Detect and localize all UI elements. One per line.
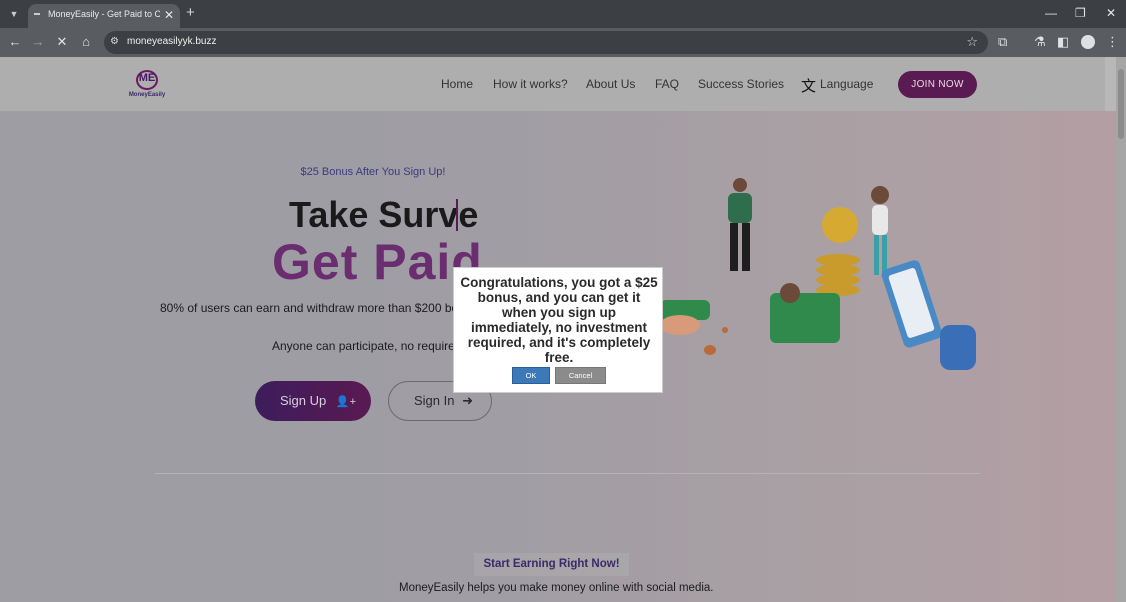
profile-avatar[interactable] xyxy=(1081,35,1095,49)
new-tab-icon[interactable]: + xyxy=(186,5,195,21)
header-scroll-area xyxy=(1105,57,1116,111)
logo-mark: ME xyxy=(138,72,156,84)
coin-stack-icon xyxy=(816,207,860,296)
man-figure xyxy=(728,178,752,271)
hand-with-cash-icon xyxy=(660,300,728,355)
nav-how-it-works[interactable]: How it works? xyxy=(493,77,568,91)
tab-loading-icon xyxy=(34,13,40,15)
tab-bar: ▼ MoneyEasily - Get Paid to Comp ✕ + — ❐… xyxy=(0,0,1126,28)
translate-icon: 文 xyxy=(801,78,817,95)
site-info-icon[interactable]: ⚙ xyxy=(110,35,119,49)
hero-description-1: 80% of users can earn and withdraw more … xyxy=(160,301,472,315)
side-panel-icon[interactable]: ◧ xyxy=(1057,33,1069,51)
forward-icon[interactable]: → xyxy=(30,34,46,50)
section-divider xyxy=(155,473,980,474)
hero-title-main: Get Paid xyxy=(272,234,483,290)
scrollbar-thumb[interactable] xyxy=(1118,69,1124,139)
alert-dialog: Congratulations, you got a $25 bonus, an… xyxy=(453,267,663,393)
ok-button[interactable]: OK xyxy=(512,367,550,384)
home-icon[interactable]: ⌂ xyxy=(78,34,94,50)
section-title: Start Earning Right Now! xyxy=(474,553,629,576)
phone-icon xyxy=(881,260,976,370)
typing-caret xyxy=(456,199,458,231)
nav-success-stories[interactable]: Success Stories xyxy=(698,77,784,91)
bonus-tagline: $25 Bonus After You Sign Up! xyxy=(300,166,446,178)
tab-close-icon[interactable]: ✕ xyxy=(164,8,174,22)
hero-illustration xyxy=(660,178,976,370)
sign-up-button[interactable]: Sign Up 👤+ xyxy=(255,381,371,421)
sign-in-label: Sign In xyxy=(414,393,455,408)
labs-icon[interactable]: ⚗ xyxy=(1034,33,1046,51)
tab-title: MoneyEasily - Get Paid to Comp xyxy=(48,9,160,19)
join-now-button[interactable]: JOIN NOW xyxy=(898,71,977,98)
woman-figure xyxy=(871,186,889,275)
cancel-button[interactable]: Cancel xyxy=(555,367,606,384)
sign-in-icon: ➜ xyxy=(462,393,474,408)
back-icon[interactable]: ← xyxy=(7,34,23,50)
address-bar[interactable]: ⚙ moneyeasilyyk.buzz ☆ xyxy=(104,31,988,54)
hero-title-typing: Take Surve xyxy=(289,194,479,235)
section-description: MoneyEasily helps you make money online … xyxy=(399,582,714,594)
tab-search-icon[interactable]: ▼ xyxy=(6,6,22,22)
browser-toolbar: ← → ✕ ⌂ ⚙ moneyeasilyyk.buzz ☆ ⧉ ⚗ ◧ ⋮ xyxy=(0,28,1126,57)
menu-dots-icon[interactable]: ⋮ xyxy=(1106,33,1119,51)
nav-home[interactable]: Home xyxy=(441,77,473,91)
vertical-scrollbar[interactable] xyxy=(1116,57,1126,602)
logo-text: MoneyEasily xyxy=(128,92,166,98)
hero-description-2: Anyone can participate, no requirem xyxy=(272,339,465,353)
nav-language[interactable]: Language xyxy=(820,77,873,91)
window-close-icon[interactable]: ✕ xyxy=(1106,6,1116,20)
nav-faq[interactable]: FAQ xyxy=(655,77,679,91)
dialog-message: Congratulations, you got a $25 bonus, an… xyxy=(460,275,658,365)
add-user-icon: 👤+ xyxy=(335,396,356,408)
minimize-icon[interactable]: — xyxy=(1045,6,1057,20)
sign-up-label: Sign Up xyxy=(280,393,327,408)
nav-about-us[interactable]: About Us xyxy=(586,77,635,91)
bookmark-star-icon[interactable]: ☆ xyxy=(966,34,978,50)
extensions-icon[interactable]: ⧉ xyxy=(998,33,1007,51)
site-logo[interactable]: ME MoneyEasily xyxy=(128,70,166,100)
url-text[interactable]: moneyeasilyyk.buzz xyxy=(127,36,216,47)
site-header: ME MoneyEasily Home How it works? About … xyxy=(0,57,1116,111)
restore-icon[interactable]: ❐ xyxy=(1075,6,1086,20)
browser-tab[interactable]: MoneyEasily - Get Paid to Comp ✕ xyxy=(28,4,180,28)
stop-loading-icon[interactable]: ✕ xyxy=(54,34,70,50)
